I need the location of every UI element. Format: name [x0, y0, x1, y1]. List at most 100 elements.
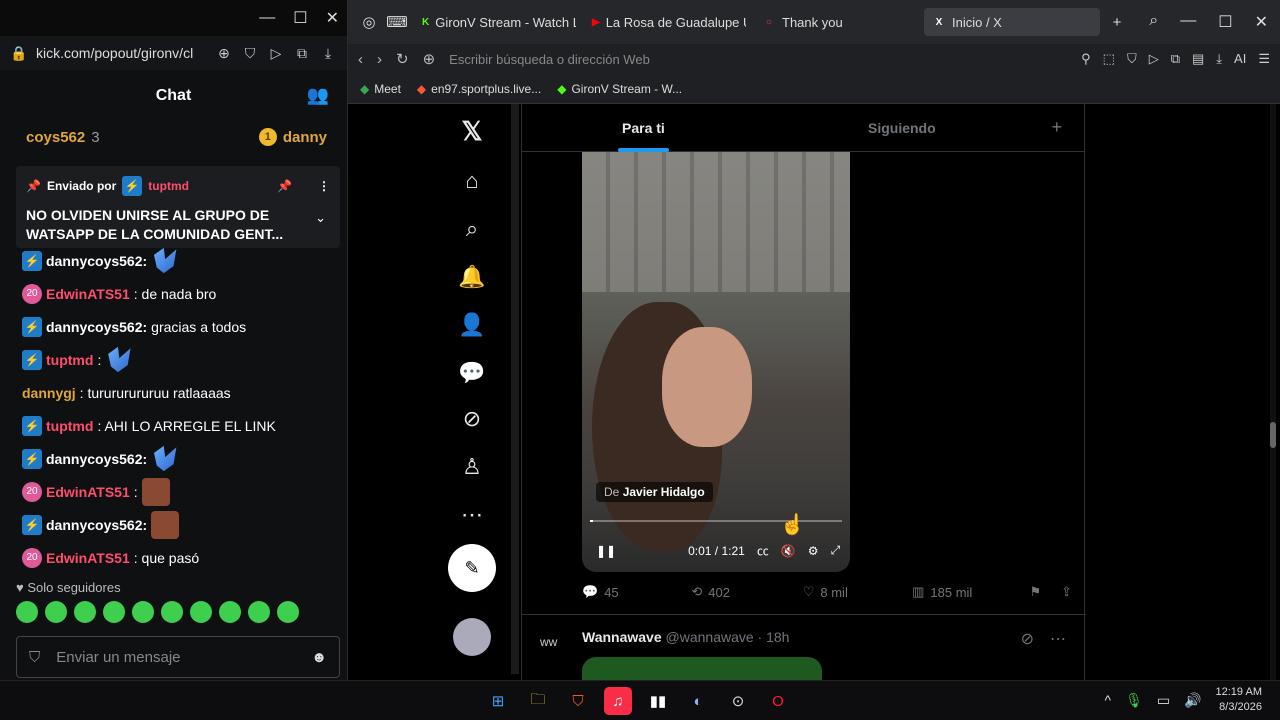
brave-icon[interactable]: ⛉ — [564, 687, 592, 715]
bookmark-item[interactable]: ◆ en97.sportplus.live... — [417, 82, 541, 96]
users-icon[interactable]: 👥 — [307, 85, 329, 106]
gift-user[interactable]: coys562 3 — [26, 129, 100, 146]
chat-input[interactable]: ⛉ Enviar un mensaje ☻ — [16, 636, 340, 678]
more-icon[interactable]: ⋮ — [318, 179, 330, 193]
gift-user-2[interactable]: 1 danny — [258, 128, 327, 146]
emoji-icon[interactable]: ☻ — [311, 649, 327, 666]
ai-button[interactable]: AI — [1234, 51, 1246, 67]
search-icon[interactable]: ⌕ — [448, 216, 496, 242]
maximize-icon[interactable]: ☐ — [293, 8, 307, 28]
emote-icon[interactable] — [219, 601, 241, 623]
chevron-up-icon[interactable]: ^ — [1104, 692, 1111, 708]
chat-username[interactable]: EdwinATS51 — [46, 550, 130, 566]
like-button[interactable]: ♡ 8 mil — [803, 584, 912, 600]
tweet-handle[interactable]: @wannawave · 18h — [666, 629, 790, 645]
shield-icon[interactable]: ⛉ — [1127, 51, 1137, 67]
emote-icon[interactable] — [151, 510, 180, 539]
extensions-icon[interactable]: ⧉ — [293, 45, 311, 62]
browser-tab[interactable]: ▶ La Rosa de Guadalupe U — [584, 8, 746, 36]
music-icon[interactable]: ♫ — [604, 687, 632, 715]
download-icon[interactable]: ⤓ — [319, 45, 337, 62]
network-icon[interactable]: ▭ — [1157, 692, 1170, 709]
tweet-media[interactable] — [582, 657, 822, 681]
emote-icon[interactable] — [103, 601, 125, 623]
reply-button[interactable]: 💬 45 — [582, 584, 691, 600]
play-icon[interactable]: ▷ — [1149, 51, 1159, 67]
folder-icon[interactable]: 🗀 — [524, 687, 552, 715]
follow-icon[interactable]: 👤 — [448, 312, 496, 338]
emote-icon[interactable] — [45, 601, 67, 623]
new-tab-icon[interactable]: + — [1106, 14, 1128, 31]
back-icon[interactable]: ‹ — [358, 51, 363, 68]
tweet-author[interactable]: Wannawave — [582, 629, 662, 645]
browser-tab[interactable]: X Inicio / X — [924, 8, 1100, 36]
gamepad-icon[interactable]: ⌨ — [386, 13, 408, 31]
chat-username[interactable]: dannycoys562: — [46, 451, 147, 467]
address-input[interactable]: Escribir búsqueda o dirección Web — [449, 52, 1067, 67]
bookmark-item[interactable]: ◆ GironV Stream - W... — [557, 82, 682, 96]
tweet-video[interactable]: De Javier Hidalgo ❚❚ 0:01 / 1:21 ㏄ 🔇 ⚙ ⤢ — [582, 152, 850, 572]
emote-icon[interactable] — [161, 601, 183, 623]
shield-icon[interactable]: ⛉ — [241, 45, 259, 62]
x-logo-icon[interactable]: 𝕏 — [448, 116, 496, 147]
chat-username[interactable]: tuptmd — [46, 352, 93, 368]
bookmark-icon[interactable]: ⚑ — [1029, 584, 1041, 600]
more-icon[interactable]: ⋯ — [448, 502, 496, 528]
next-tweet[interactable]: ww Wannawave @wannawave · 18h ⊘ ⋯ — [522, 614, 1086, 681]
close-icon[interactable]: ✕ — [326, 8, 339, 28]
grok-icon[interactable]: ⊘ — [1021, 629, 1034, 649]
maximize-icon[interactable]: ☐ — [1218, 12, 1232, 32]
emote-icon[interactable] — [74, 601, 96, 623]
tab-following[interactable]: Siguiendo — [868, 120, 936, 136]
tab-for-you[interactable]: Para ti — [618, 120, 669, 152]
profile-icon[interactable]: ♙ — [448, 454, 496, 480]
bookmark-item[interactable]: ◆ Meet — [360, 82, 401, 96]
video-attribution[interactable]: De Javier Hidalgo — [596, 482, 713, 502]
minimize-icon[interactable]: — — [1180, 12, 1196, 32]
emote-icon[interactable] — [248, 601, 270, 623]
emote-icon[interactable] — [108, 346, 131, 373]
minimize-icon[interactable]: — — [259, 9, 275, 27]
fullscreen-icon[interactable]: ⤢ — [831, 543, 841, 558]
forward-icon[interactable]: › — [377, 51, 382, 68]
emote-icon[interactable] — [132, 601, 154, 623]
add-tab-icon[interactable]: + — [1051, 117, 1062, 138]
browser-tab[interactable]: K GironV Stream - Watch Li — [414, 8, 576, 36]
grok-icon[interactable]: ⊘ — [448, 406, 496, 432]
browser-tab[interactable]: ○ Thank you — [754, 8, 916, 36]
chat-username[interactable]: tuptmd — [46, 418, 93, 434]
compose-button[interactable]: ✎ — [448, 544, 496, 592]
share-icon[interactable]: ⇪ — [1061, 584, 1072, 600]
kick-url[interactable]: kick.com/popout/gironv/cl — [36, 45, 207, 61]
pinned-user[interactable]: tuptmd — [148, 179, 189, 193]
snapshot-icon[interactable]: ⬚ — [1103, 51, 1115, 67]
close-icon[interactable]: ✕ — [1255, 12, 1268, 32]
audio-app-icon[interactable]: ▮▮ — [644, 687, 672, 715]
chat-username[interactable]: dannygj — [22, 385, 76, 401]
chat-username[interactable]: dannycoys562: — [46, 253, 147, 269]
mic-icon[interactable]: 🎙 — [1125, 692, 1143, 709]
home-icon[interactable]: ⌂ — [448, 168, 496, 194]
chat-username[interactable]: EdwinATS51 — [46, 484, 130, 500]
clock[interactable]: 12:19 AM 8/3/2026 — [1216, 685, 1262, 715]
tweet-avatar[interactable]: ww — [540, 635, 557, 649]
emote-icon[interactable] — [153, 445, 177, 472]
mute-icon[interactable]: 🔇 — [781, 544, 796, 558]
play-icon[interactable]: ▷ — [267, 45, 285, 62]
emote-icon[interactable] — [153, 247, 177, 274]
captions-icon[interactable]: ㏄ — [757, 542, 769, 559]
pin-icon[interactable]: ⚲ — [1081, 51, 1091, 67]
emote-icon[interactable] — [190, 601, 212, 623]
volume-icon[interactable]: 🔊 — [1184, 692, 1201, 709]
opera-icon[interactable]: O — [764, 687, 792, 715]
avatar[interactable] — [453, 618, 491, 656]
unpin-icon[interactable]: 📌 — [277, 179, 292, 193]
chat-username[interactable]: EdwinATS51 — [46, 286, 130, 302]
pause-icon[interactable]: ❚❚ — [596, 544, 616, 558]
messages-icon[interactable]: 💬 — [448, 360, 496, 386]
emote-icon[interactable] — [141, 477, 170, 506]
extensions-icon[interactable]: ⧉ — [1171, 51, 1180, 67]
repost-button[interactable]: ⟲ 402 — [691, 584, 802, 600]
search-icon[interactable]: ⌕ — [1149, 12, 1158, 32]
chat-username[interactable]: dannycoys562: — [46, 517, 147, 533]
